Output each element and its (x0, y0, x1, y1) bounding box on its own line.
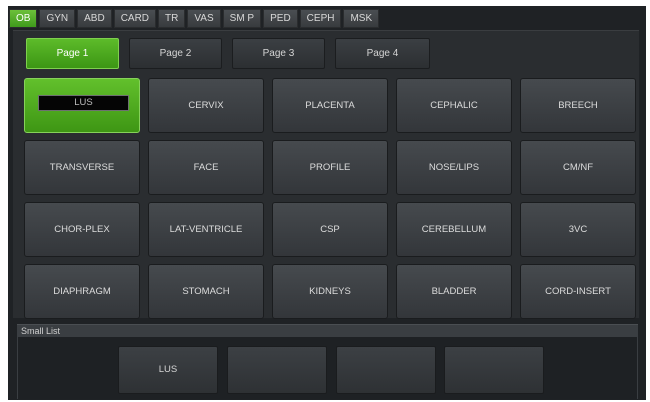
tab-card[interactable]: CARD (113, 9, 157, 28)
preset-cm-nf-button[interactable]: CM/NF (520, 140, 636, 195)
tab-ceph[interactable]: CEPH (299, 9, 342, 28)
preset-3vc-button[interactable]: 3VC (520, 202, 636, 257)
tab-msk[interactable]: MSK (343, 9, 380, 28)
small-list-item-empty[interactable] (336, 346, 436, 394)
small-list-item-lus[interactable]: LUS (118, 346, 218, 394)
tab-vas[interactable]: VAS (187, 9, 221, 28)
tab-ob[interactable]: OB (9, 9, 38, 28)
small-list-title: Small List (17, 324, 638, 337)
page-2-button[interactable]: Page 2 (129, 38, 222, 69)
category-tabs: OB GYN ABD CARD TR VAS SM P PED CEPH MSK (9, 9, 380, 29)
preset-lus-button[interactable]: LUS (24, 78, 140, 133)
preset-cord-insert-button[interactable]: CORD-INSERT (520, 264, 636, 319)
page-3-button[interactable]: Page 3 (232, 38, 325, 69)
small-list-panel (17, 337, 638, 399)
tab-gyn[interactable]: GYN (39, 9, 76, 28)
preset-name-edit-field[interactable]: LUS (38, 95, 129, 111)
preset-cephalic-button[interactable]: CEPHALIC (396, 78, 512, 133)
preset-diaphragm-button[interactable]: DIAPHRAGM (24, 264, 140, 319)
preset-breech-button[interactable]: BREECH (520, 78, 636, 133)
preset-profile-button[interactable]: PROFILE (272, 140, 388, 195)
preset-kidneys-button[interactable]: KIDNEYS (272, 264, 388, 319)
preset-cerebellum-button[interactable]: CEREBELLUM (396, 202, 512, 257)
preset-nose-lips-button[interactable]: NOSE/LIPS (396, 140, 512, 195)
page-4-button[interactable]: Page 4 (335, 38, 430, 69)
small-list-item-empty[interactable] (444, 346, 544, 394)
preset-placenta-button[interactable]: PLACENTA (272, 78, 388, 133)
page-1-button[interactable]: Page 1 (26, 38, 119, 69)
preset-transverse-button[interactable]: TRANSVERSE (24, 140, 140, 195)
small-list-item-empty[interactable] (227, 346, 327, 394)
preset-stomach-button[interactable]: STOMACH (148, 264, 264, 319)
tab-ped[interactable]: PED (263, 9, 298, 28)
preset-cervix-button[interactable]: CERVIX (148, 78, 264, 133)
preset-face-button[interactable]: FACE (148, 140, 264, 195)
preset-bladder-button[interactable]: BLADDER (396, 264, 512, 319)
preset-csp-button[interactable]: CSP (272, 202, 388, 257)
preset-chor-plex-button[interactable]: CHOR-PLEX (24, 202, 140, 257)
tab-smp[interactable]: SM P (222, 9, 262, 28)
preset-lat-ventricle-button[interactable]: LAT-VENTRICLE (148, 202, 264, 257)
tab-abd[interactable]: ABD (77, 9, 112, 28)
tab-tr[interactable]: TR (158, 9, 186, 28)
